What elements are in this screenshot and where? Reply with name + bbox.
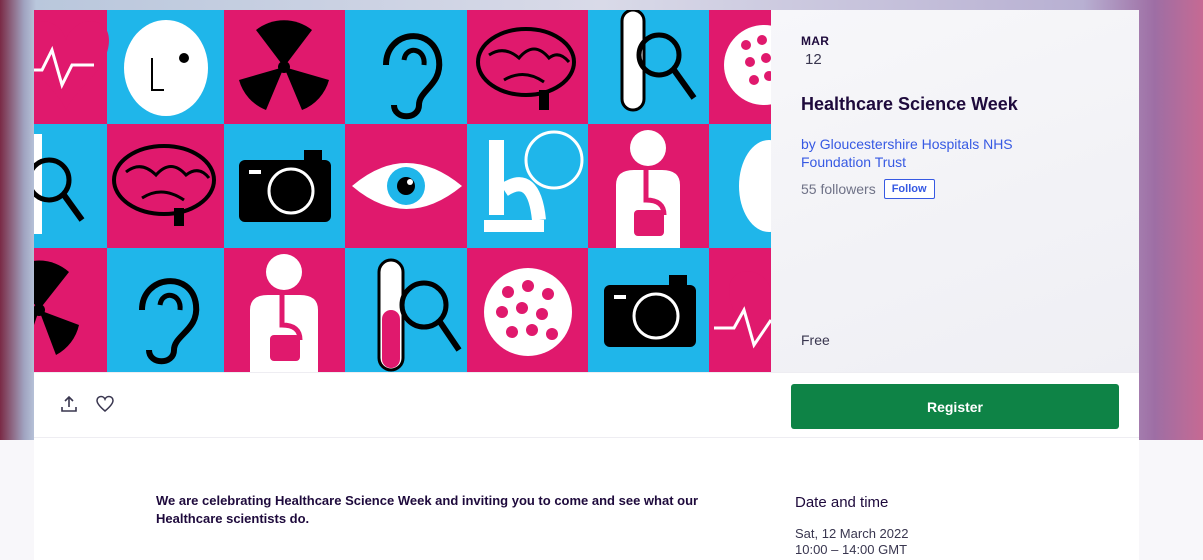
event-description: We are celebrating Healthcare Science We… <box>156 493 699 526</box>
follow-button[interactable]: Follow <box>883 179 935 199</box>
event-day: 12 <box>805 51 822 68</box>
event-card: MAR 12 Healthcare Science Week by Glouce… <box>34 10 1139 560</box>
camera-icon <box>239 150 331 222</box>
followers-count: 55 followers <box>801 181 876 197</box>
cells-icon <box>484 268 572 356</box>
date-time-value: Sat, 12 March 2022 10:00 – 14:00 GMT <box>795 526 908 558</box>
event-info-panel: MAR 12 Healthcare Science Week by Glouce… <box>771 10 1139 372</box>
organizer-prefix: by <box>801 136 820 152</box>
date-time-heading: Date and time <box>795 494 889 511</box>
share-icon[interactable] <box>60 395 78 413</box>
organizer-name: Gloucestershire Hospitals NHS Foundation… <box>801 136 1013 170</box>
event-month: MAR <box>801 34 830 48</box>
heart-icon[interactable] <box>96 395 114 413</box>
followers-row: 55 followers Follow <box>801 179 1109 199</box>
event-price: Free <box>801 332 830 348</box>
organizer-link[interactable]: by Gloucestershire Hospitals NHS Foundat… <box>801 136 1013 170</box>
register-button[interactable]: Register <box>791 384 1119 429</box>
event-hero-image <box>34 10 771 372</box>
organizer-line: by Gloucestershire Hospitals NHS Foundat… <box>801 135 1071 171</box>
event-date-line: Sat, 12 March 2022 <box>795 526 909 541</box>
head-profile-icon <box>124 20 208 116</box>
event-title: Healthcare Science Week <box>801 94 1018 114</box>
action-bar: Register <box>34 372 1139 438</box>
camera-icon <box>604 275 696 347</box>
event-time-line: 10:00 – 14:00 GMT <box>795 542 908 557</box>
